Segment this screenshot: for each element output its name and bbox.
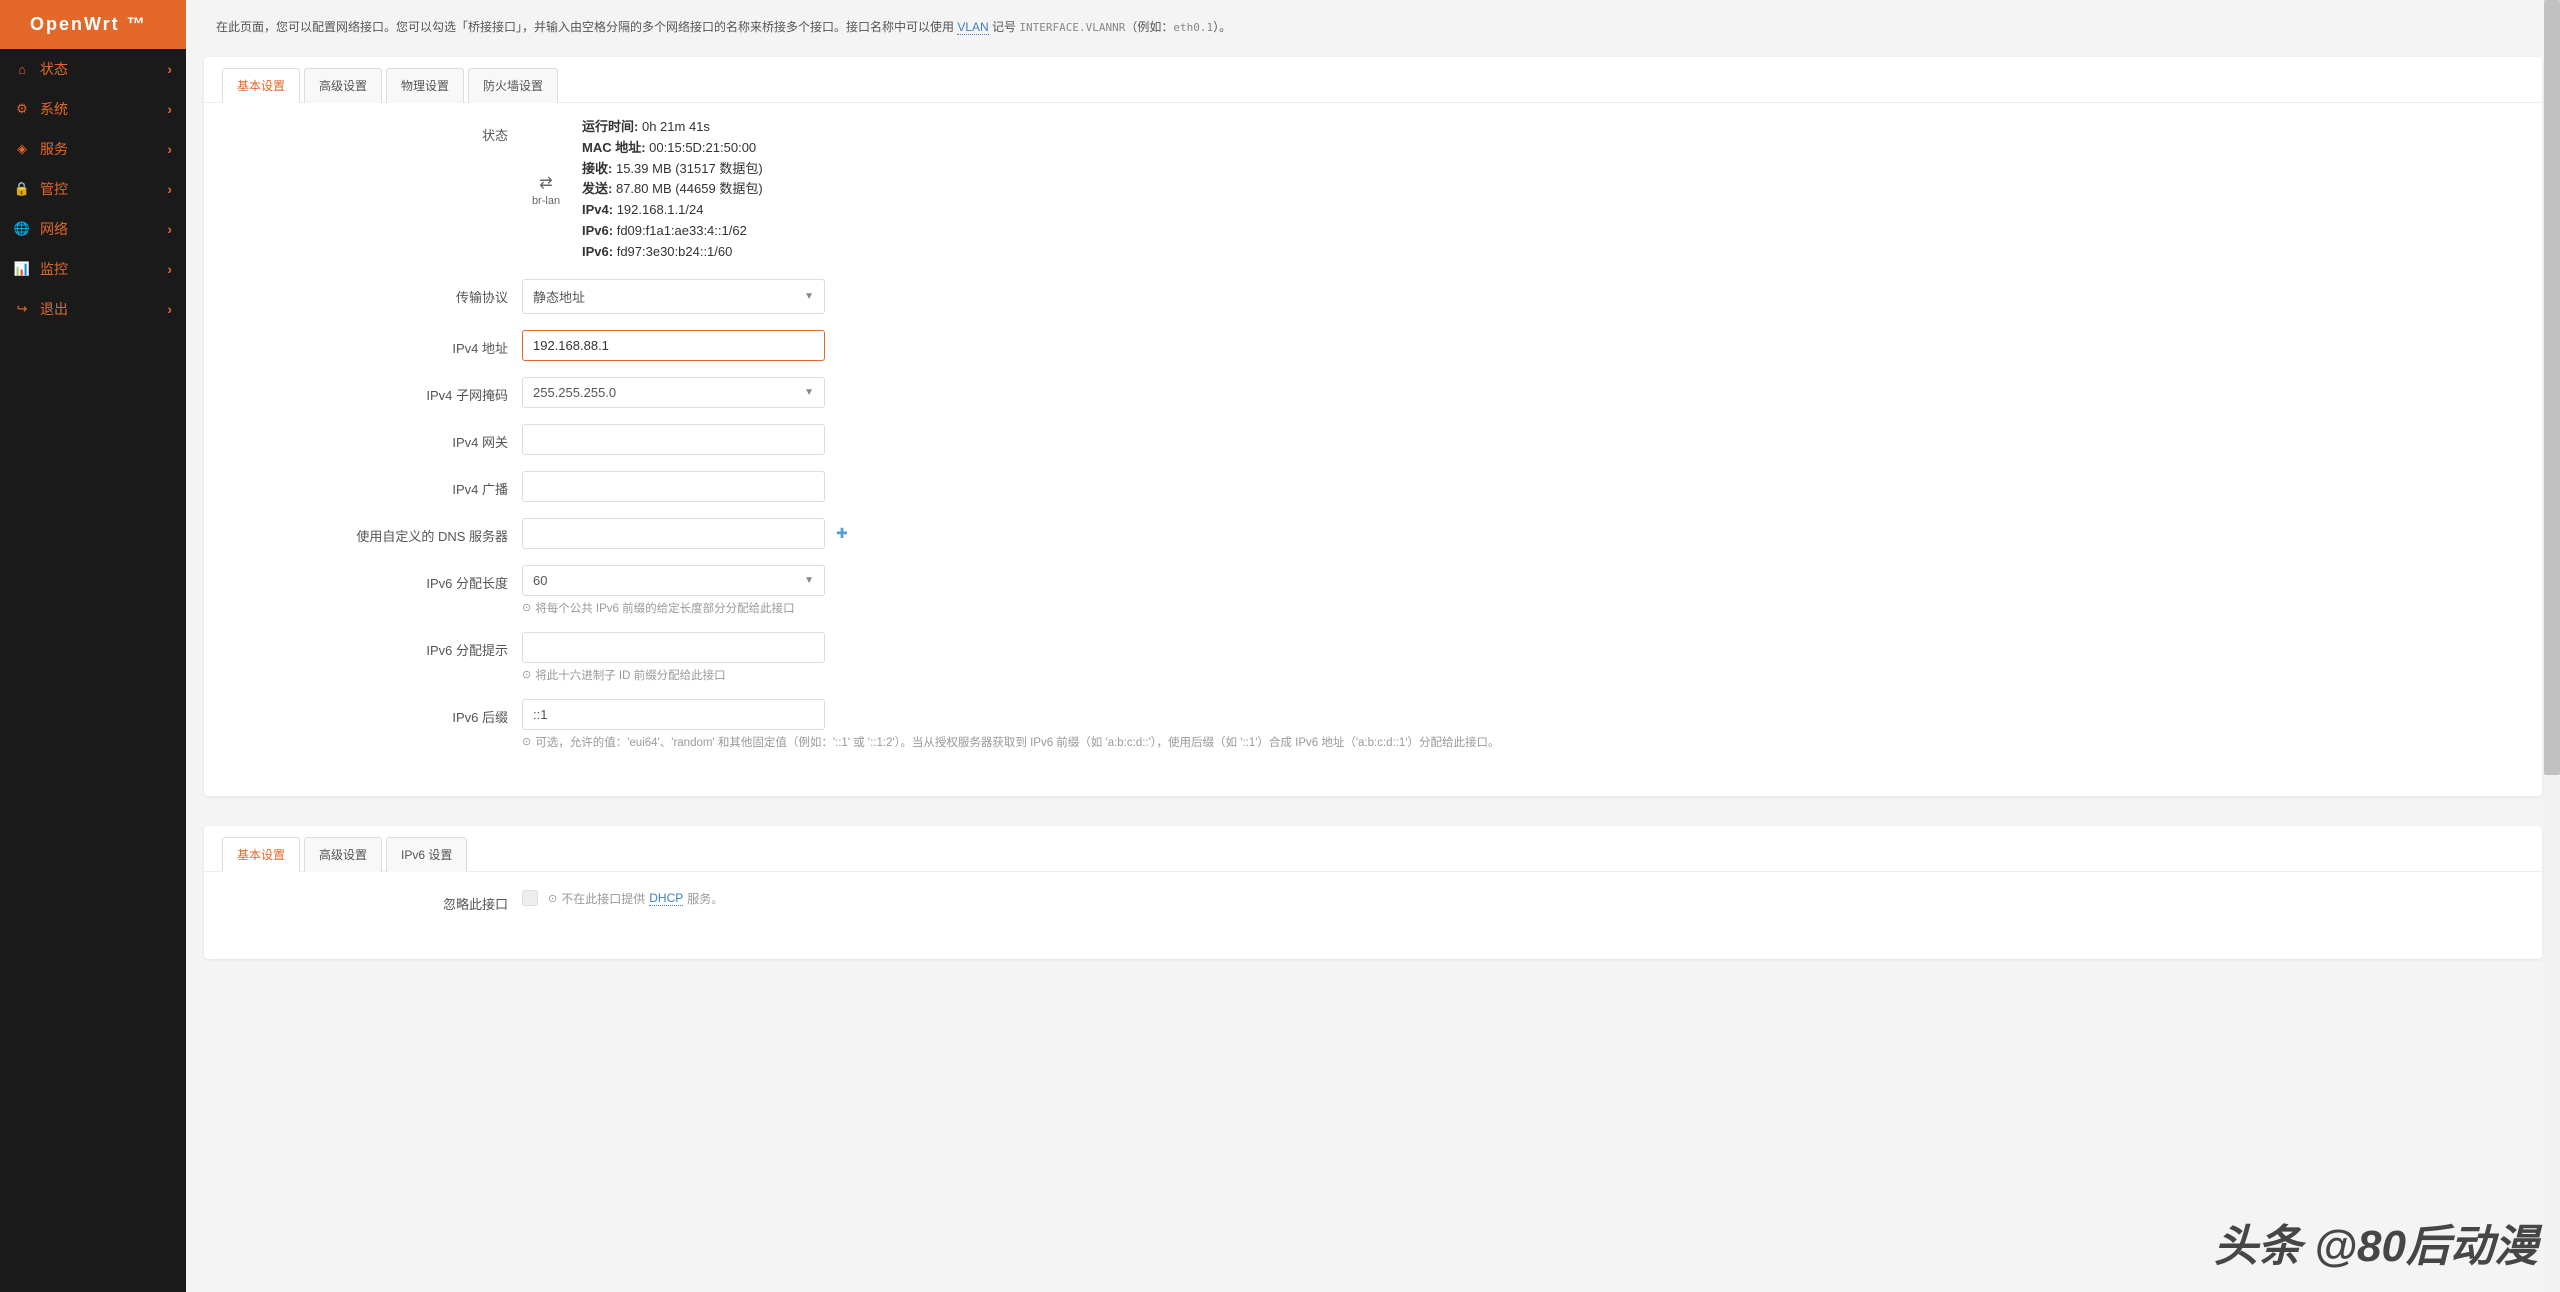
sidebar-item-control[interactable]: 🔒 管控 ›	[0, 169, 186, 209]
sidebar-item-label: 系统	[40, 99, 68, 119]
dhcp-panel: 基本设置 高级设置 IPv6 设置 忽略此接口 不在此接口提供 DHCP 服务。	[204, 826, 2542, 959]
status-lines: 运行时间: 0h 21m 41s MAC 地址: 00:15:5D:21:50:…	[582, 117, 763, 263]
tab-firewall[interactable]: 防火墙设置	[468, 68, 558, 103]
sidebar: OpenWrt ™ ⌂ 状态 › ⚙ 系统 › ◈ 服务 › 🔒	[0, 0, 186, 1292]
sidebar-item-system[interactable]: ⚙ 系统 ›	[0, 89, 186, 129]
interface-icon-box: ⇄ br-lan	[522, 173, 570, 207]
caret-down-icon: ▼	[804, 575, 814, 586]
dns-label: 使用自定义的 DNS 服务器	[224, 518, 522, 545]
ipv4-broadcast-input[interactable]	[522, 471, 825, 502]
tab-dhcp-basic[interactable]: 基本设置	[222, 837, 300, 872]
sidebar-item-label: 监控	[40, 259, 68, 279]
tab-dhcp-advanced[interactable]: 高级设置	[304, 837, 382, 872]
ipv6-suffix-help: 可选，允许的值：'eui64'、'random' 和其他固定值（例如：'::1'…	[522, 734, 2522, 750]
sidebar-item-network[interactable]: 🌐 网络 ›	[0, 209, 186, 249]
chevron-right-icon: ›	[167, 101, 172, 117]
scrollbar-thumb[interactable]	[2544, 0, 2560, 775]
chart-icon: 📊	[14, 261, 30, 277]
tab-physical[interactable]: 物理设置	[386, 68, 464, 103]
chevron-right-icon: ›	[167, 61, 172, 77]
ipv6-hint-input[interactable]	[522, 632, 825, 663]
ipv4-address-input[interactable]	[522, 330, 825, 361]
sidebar-item-label: 管控	[40, 179, 68, 199]
ipv6-length-label: IPv6 分配长度	[224, 565, 522, 592]
sidebar-item-status[interactable]: ⌂ 状态 ›	[0, 49, 186, 89]
tab-advanced[interactable]: 高级设置	[304, 68, 382, 103]
sidebar-item-label: 退出	[40, 299, 68, 319]
dhcp-link[interactable]: DHCP	[649, 891, 683, 906]
brand-logo: OpenWrt ™	[0, 0, 186, 49]
ipv4-gateway-label: IPv4 网关	[224, 424, 522, 451]
status-block: ⇄ br-lan 运行时间: 0h 21m 41s MAC 地址: 00:15:…	[522, 117, 2522, 263]
gear-icon: ⚙	[14, 101, 30, 117]
chevron-right-icon: ›	[167, 301, 172, 317]
chevron-right-icon: ›	[167, 141, 172, 157]
add-dns-icon[interactable]: ✚	[833, 524, 851, 542]
ipv4-mask-label: IPv4 子网掩码	[224, 377, 522, 404]
sidebar-item-label: 网络	[40, 219, 68, 239]
chevron-right-icon: ›	[167, 221, 172, 237]
sidebar-item-logout[interactable]: ↪ 退出 ›	[0, 289, 186, 329]
watermark: 头条 @80后动漫	[2214, 1210, 2538, 1274]
scrollbar[interactable]	[2544, 0, 2560, 1292]
tab-basic[interactable]: 基本设置	[222, 68, 300, 103]
vlan-link[interactable]: VLAN	[957, 20, 988, 35]
home-icon: ⌂	[14, 61, 30, 77]
sidebar-item-services[interactable]: ◈ 服务 ›	[0, 129, 186, 169]
sidebar-item-label: 服务	[40, 139, 68, 159]
sidebar-menu: ⌂ 状态 › ⚙ 系统 › ◈ 服务 › 🔒 管控 ›	[0, 49, 186, 329]
sidebar-item-label: 状态	[40, 59, 68, 79]
ipv4-mask-select[interactable]: 255.255.255.0 ▼	[522, 377, 825, 408]
lock-icon: 🔒	[14, 181, 30, 197]
ignore-label: 忽略此接口	[224, 886, 522, 913]
ipv4-address-label: IPv4 地址	[224, 330, 522, 357]
ipv4-broadcast-label: IPv4 广播	[224, 471, 522, 498]
ignore-checkbox[interactable]	[522, 890, 538, 906]
sidebar-item-monitor[interactable]: 📊 监控 ›	[0, 249, 186, 289]
ipv6-suffix-label: IPv6 后缀	[224, 699, 522, 726]
interface-panel: 基本设置 高级设置 物理设置 防火墙设置 状态 ⇄ br-lan 运行时间: 0…	[204, 57, 2542, 796]
page-description: 在此页面，您可以配置网络接口。您可以勾选「桥接接口」，并输入由空格分隔的多个网络…	[204, 0, 2542, 57]
ipv6-hint-label: IPv6 分配提示	[224, 632, 522, 659]
caret-down-icon: ▼	[804, 291, 814, 302]
tab-dhcp-ipv6[interactable]: IPv6 设置	[386, 837, 467, 872]
status-label: 状态	[224, 117, 522, 144]
caret-down-icon: ▼	[804, 387, 814, 398]
ignore-help: 不在此接口提供 DHCP 服务。	[548, 890, 723, 907]
protocol-label: 传输协议	[224, 279, 522, 306]
main-content: 在此页面，您可以配置网络接口。您可以勾选「桥接接口」，并输入由空格分隔的多个网络…	[186, 0, 2560, 1292]
services-icon: ◈	[14, 141, 30, 157]
bridge-icon: ⇄	[522, 173, 570, 193]
ipv6-length-help: 将每个公共 IPv6 前缀的给定长度部分分配给此接口	[522, 600, 2522, 616]
interface-name: br-lan	[532, 195, 560, 207]
dns-input[interactable]	[522, 518, 825, 549]
globe-icon: 🌐	[14, 221, 30, 237]
dhcp-tabs: 基本设置 高级设置 IPv6 设置	[204, 826, 2542, 872]
chevron-right-icon: ›	[167, 181, 172, 197]
ipv6-length-select[interactable]: 60 ▼	[522, 565, 825, 596]
ipv6-hint-help: 将此十六进制子 ID 前缀分配给此接口	[522, 667, 2522, 683]
tabs: 基本设置 高级设置 物理设置 防火墙设置	[204, 57, 2542, 103]
chevron-right-icon: ›	[167, 261, 172, 277]
protocol-select[interactable]: 静态地址 ▼	[522, 279, 825, 314]
logout-icon: ↪	[14, 301, 30, 317]
ipv4-gateway-input[interactable]	[522, 424, 825, 455]
ipv6-suffix-input[interactable]	[522, 699, 825, 730]
